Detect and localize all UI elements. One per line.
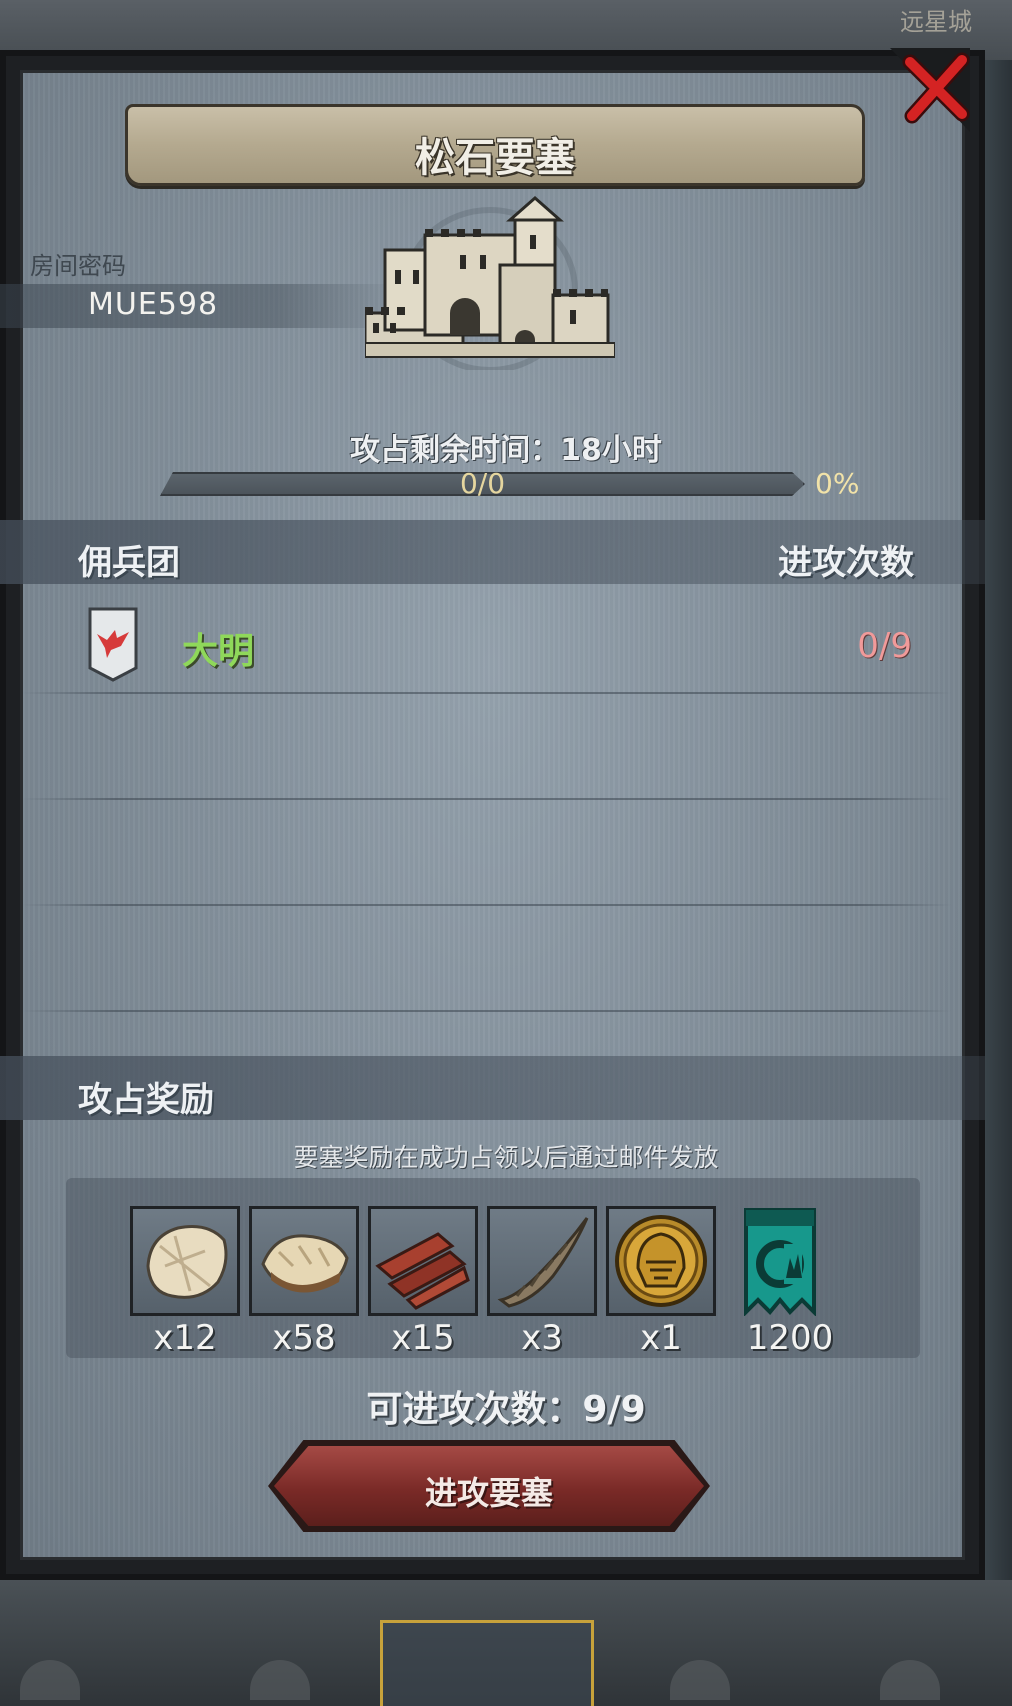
reward-quantity: x3: [521, 1318, 563, 1358]
capture-progress-percent: 0%: [815, 467, 860, 500]
available-attacks: 可进攻次数：9/9: [366, 1389, 646, 1430]
room-password-label: 房间密码: [30, 252, 126, 280]
mercenary-flag-icon: [88, 607, 138, 682]
reward-quantity: x58: [272, 1318, 336, 1358]
page-title: 松石要塞: [415, 135, 575, 181]
reward-quantity: x15: [391, 1318, 455, 1358]
reward-item[interactable]: [249, 1206, 359, 1316]
reward-item[interactable]: [487, 1206, 597, 1316]
fur-pelt-icon: [146, 1225, 228, 1299]
rewards-note: 要塞奖励在成功占领以后通过邮件发放: [293, 1143, 719, 1172]
timber-planks-icon: [375, 1232, 470, 1310]
golden-helmet-icon: [615, 1215, 707, 1307]
reward-quantity: x12: [153, 1318, 217, 1358]
mercenary-attack-count: 0/9: [857, 626, 912, 666]
reward-quantity: x1: [640, 1318, 682, 1358]
reward-item[interactable]: [130, 1206, 240, 1316]
close-icon[interactable]: [900, 52, 972, 124]
reward-item[interactable]: [606, 1206, 716, 1316]
background-city-label: 远星城: [900, 8, 972, 36]
room-password-code: MUE598: [88, 287, 219, 322]
mercenary-row[interactable]: 大明 0/9: [22, 600, 952, 690]
row-divider: [22, 798, 952, 800]
title-scroll: 松石要塞: [125, 104, 865, 186]
mercenary-name: 大明: [182, 631, 255, 672]
rewards-section-title: 攻占奖励: [78, 1080, 214, 1120]
reward-quantity: 1200: [746, 1318, 834, 1358]
castle-icon: [365, 196, 615, 370]
attack-count-column-header: 进攻次数: [778, 543, 914, 583]
reward-item[interactable]: [368, 1206, 478, 1316]
capture-time-remaining: 攻占剩余时间：18小时: [350, 433, 662, 468]
row-divider: [22, 1010, 952, 1012]
attack-fortress-button-label: 进攻要塞: [424, 1474, 553, 1512]
wool-fleece-icon: [261, 1234, 349, 1293]
background-right-strip: [985, 60, 1012, 1580]
reward-item[interactable]: [730, 1206, 830, 1316]
nav-active-tab: [380, 1620, 594, 1706]
row-divider: [22, 904, 952, 906]
mercenary-section-title: 佣兵团: [78, 543, 180, 583]
capture-progress-label: 0/0: [459, 467, 506, 500]
row-divider: [22, 692, 952, 694]
twisted-horn-icon: [497, 1217, 589, 1308]
teal-banner-icon: [744, 1208, 816, 1316]
